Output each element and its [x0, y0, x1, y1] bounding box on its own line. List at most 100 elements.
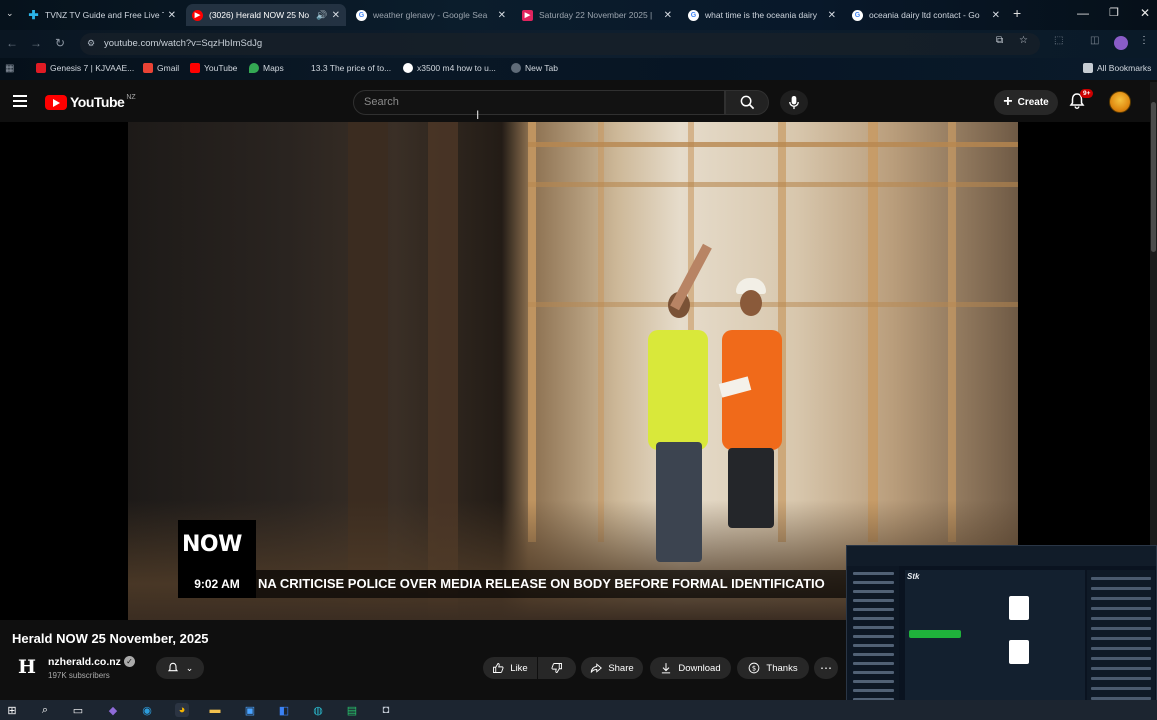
text-cursor-icon: I	[476, 108, 480, 122]
google-icon: G	[356, 9, 367, 21]
bookmark-genesis[interactable]: Genesis 7 | KJVAAE...	[36, 63, 134, 73]
apps-grid-icon[interactable]: ▦	[5, 63, 14, 74]
profile-avatar-icon[interactable]	[1114, 36, 1128, 50]
download-label: Download	[678, 662, 721, 674]
account-avatar[interactable]	[1109, 91, 1131, 113]
download-button[interactable]: Download	[650, 657, 731, 679]
chrome-icon[interactable]: ◕	[175, 703, 189, 717]
close-icon[interactable]: ✕	[664, 10, 672, 21]
star-icon[interactable]: ☆	[1019, 35, 1028, 46]
bookmark-maps[interactable]: Maps	[249, 63, 284, 73]
bookmark-icon: ▶	[522, 9, 533, 21]
bookmark-x3500[interactable]: x3500 m4 how to u...	[403, 63, 496, 73]
profile-switch-icon[interactable]: ◫	[1090, 35, 1099, 46]
share-icon	[590, 663, 603, 673]
news-ticker: 9:02 AM NA CRITICISE POLICE OVER MEDIA R…	[178, 570, 850, 598]
thumbs-up-icon	[493, 663, 504, 673]
gmail-icon	[143, 63, 153, 73]
menu-dots-icon[interactable]: ⋮	[1139, 35, 1149, 46]
close-icon[interactable]: ✕	[992, 10, 1000, 21]
audio-icon[interactable]: 🔊	[316, 10, 327, 21]
bookmark-price[interactable]: 13.3 The price of to...	[297, 63, 391, 73]
notifications-button[interactable]: 9+	[1068, 89, 1094, 114]
subscribed-bell-button[interactable]: ⌄	[156, 657, 204, 679]
hamburger-menu-icon[interactable]	[13, 95, 27, 107]
extensions-icon[interactable]: ⬚	[1054, 35, 1063, 46]
bookmark-new-tab[interactable]: New Tab	[511, 63, 558, 73]
tab-oceania-time[interactable]: G what time is the oceania dairy ✕	[682, 4, 842, 26]
overlay-main	[905, 570, 1085, 715]
bookmark-label: Genesis 7 | KJVAAE...	[50, 63, 135, 73]
thumbs-down-icon	[551, 663, 562, 673]
tab-tvnz[interactable]: ✚ TVNZ TV Guide and Free Live T ✕	[22, 4, 182, 26]
voice-search-button[interactable]	[780, 90, 808, 115]
file-explorer-icon[interactable]: ▬	[208, 703, 222, 717]
bookmarks-bar: ▦ Genesis 7 | KJVAAE... Gmail YouTube Ma…	[0, 58, 1157, 80]
ticker-text: NA CRITICISE POLICE OVER MEDIA RELEASE O…	[258, 576, 825, 591]
minimize-icon[interactable]: —	[1077, 6, 1089, 20]
search-button[interactable]	[725, 90, 769, 115]
share-button[interactable]: Share	[581, 657, 643, 679]
playing-card-icon	[1009, 640, 1029, 664]
bookmark-label: Gmail	[157, 63, 180, 73]
channel-avatar[interactable]: H	[16, 656, 38, 678]
camera-icon[interactable]: ◘	[379, 703, 393, 717]
search-input[interactable]	[364, 96, 704, 108]
outlook-icon[interactable]: ◧	[277, 703, 291, 717]
thanks-label: Thanks	[766, 662, 798, 674]
taskbar-search-icon[interactable]: ⌕	[38, 703, 52, 717]
tab-oceania-contact[interactable]: G oceania dairy ltd contact - Go ✕	[846, 4, 1006, 26]
tab-herald-now[interactable]: ▶ (3026) Herald NOW 25 No 🔊 ✕	[186, 4, 346, 26]
windows-start-icon[interactable]: ⊞	[5, 703, 19, 717]
google-icon: G	[852, 9, 863, 21]
bookmark-youtube[interactable]: YouTube	[190, 63, 237, 73]
all-bookmarks[interactable]: All Bookmarks	[1083, 63, 1151, 73]
like-button[interactable]: Like	[483, 657, 537, 679]
url-text[interactable]: youtube.com/watch?v=SqzHbImSdJg	[104, 38, 262, 49]
google-icon: G	[688, 9, 699, 21]
bookmark-favicon	[297, 63, 307, 73]
bell-icon	[167, 662, 178, 672]
thanks-button[interactable]: $ Thanks	[737, 657, 809, 679]
close-icon[interactable]: ✕	[498, 10, 506, 21]
app-icon[interactable]: ◍	[311, 703, 325, 717]
channel-name[interactable]: nzherald.co.nz	[48, 656, 121, 668]
dislike-button[interactable]	[538, 657, 576, 679]
youtube-logo[interactable]: YouTube NZ	[45, 94, 136, 110]
tab-title: Saturday 22 November 2025 |	[539, 10, 653, 20]
reload-icon[interactable]: ↻	[55, 36, 65, 50]
store-icon[interactable]: ▣	[243, 703, 257, 717]
bookmark-label: YouTube	[204, 63, 238, 73]
window-close-icon[interactable]: ✕	[1140, 6, 1150, 20]
create-button[interactable]: + Create	[994, 90, 1058, 115]
more-actions-button[interactable]: ⋯	[814, 657, 838, 679]
bookmark-gmail[interactable]: Gmail	[143, 63, 179, 73]
edge-icon[interactable]: ◉	[140, 703, 154, 717]
ticker-time: 9:02 AM	[178, 570, 256, 598]
screen-overlay-thumbnail: Stk	[846, 545, 1157, 720]
site-info-icon[interactable]: ⚙	[87, 38, 95, 49]
tvnz-icon: ✚	[28, 8, 39, 22]
tab-search-chevron-icon[interactable]: ⌄	[6, 8, 14, 19]
cast-icon[interactable]: ⧉	[996, 35, 1003, 46]
back-arrow-icon[interactable]: ←	[6, 36, 18, 50]
copilot-icon[interactable]: ◆	[106, 703, 120, 717]
close-icon[interactable]: ✕	[332, 10, 340, 21]
new-tab-plus-icon[interactable]: +	[1013, 5, 1021, 21]
close-icon[interactable]: ✕	[168, 10, 176, 21]
forward-arrow-icon[interactable]: →	[30, 36, 42, 50]
tab-weather[interactable]: G weather glenavy - Google Sea ✕	[350, 4, 512, 26]
search-box[interactable]	[353, 90, 725, 115]
tab-saturday[interactable]: ▶ Saturday 22 November 2025 | ✕	[516, 4, 678, 26]
browser-tab-strip: ⌄ ✚ TVNZ TV Guide and Free Live T ✕ ▶ (3…	[0, 0, 1157, 30]
youtube-wordmark: YouTube	[70, 94, 125, 110]
plus-icon: +	[1003, 92, 1013, 110]
like-label: Like	[510, 662, 528, 674]
app-green-icon[interactable]: ▤	[345, 703, 359, 717]
close-icon[interactable]: ✕	[828, 10, 836, 21]
google-icon	[403, 63, 413, 73]
omnibox[interactable]: ⚙ youtube.com/watch?v=SqzHbImSdJg	[80, 33, 1040, 55]
scrollbar-thumb[interactable]	[1151, 102, 1156, 252]
task-view-icon[interactable]: ▭	[71, 703, 85, 717]
restore-icon[interactable]: ❐	[1109, 6, 1119, 19]
